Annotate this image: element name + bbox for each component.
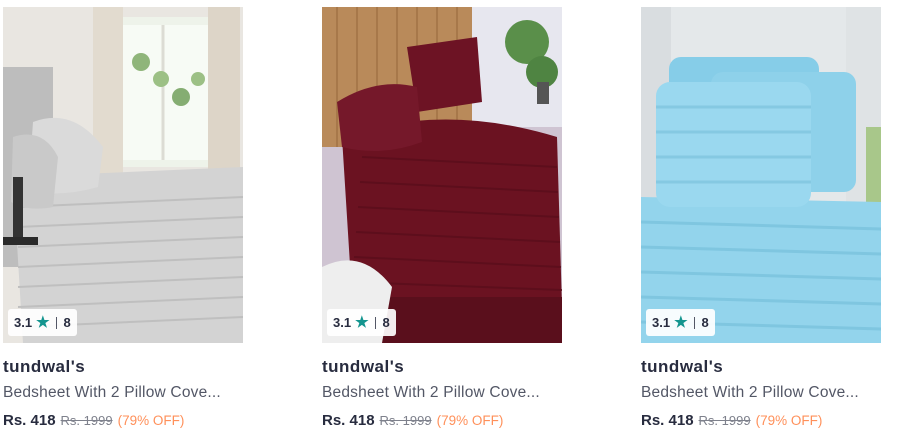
star-icon: ★ bbox=[36, 314, 50, 331]
rating-badge: 3.1 ★ 8 bbox=[327, 309, 396, 336]
rating-value: 3.1 bbox=[652, 315, 671, 330]
rating-count: 8 bbox=[382, 315, 390, 330]
star-icon: ★ bbox=[355, 314, 369, 331]
rating-divider bbox=[374, 316, 376, 329]
product-brand[interactable]: tundwal's bbox=[3, 357, 243, 377]
product-card[interactable]: 3.1 ★ 8 tundwal's Bedsheet With 2 Pillow… bbox=[322, 7, 562, 431]
product-title[interactable]: Bedsheet With 2 Pillow Cove... bbox=[641, 383, 877, 403]
rating-count: 8 bbox=[701, 315, 709, 330]
product-discount: (79% OFF) bbox=[436, 413, 504, 428]
price-row: Rs. 418 Rs. 1999 (79% OFF) bbox=[641, 411, 881, 431]
rating-value: 3.1 bbox=[333, 315, 352, 330]
product-mrp: Rs. 1999 bbox=[60, 413, 113, 428]
product-brand[interactable]: tundwal's bbox=[641, 357, 881, 377]
rating-badge: 3.1 ★ 8 bbox=[646, 309, 715, 336]
product-price: Rs. 418 bbox=[3, 412, 56, 429]
rating-divider bbox=[55, 316, 57, 329]
product-card[interactable]: 3.1 ★ 8 tundwal's Bedsheet With 2 Pillow… bbox=[641, 7, 881, 431]
star-icon: ★ bbox=[674, 314, 688, 331]
price-row: Rs. 418 Rs. 1999 (79% OFF) bbox=[3, 411, 243, 431]
price-row: Rs. 418 Rs. 1999 (79% OFF) bbox=[322, 411, 562, 431]
rating-divider bbox=[693, 316, 695, 329]
product-discount: (79% OFF) bbox=[117, 413, 185, 428]
product-price: Rs. 418 bbox=[641, 412, 694, 429]
product-title[interactable]: Bedsheet With 2 Pillow Cove... bbox=[3, 383, 239, 403]
product-mrp: Rs. 1999 bbox=[698, 413, 751, 428]
product-image[interactable]: 3.1 ★ 8 bbox=[3, 7, 243, 343]
product-mrp: Rs. 1999 bbox=[379, 413, 432, 428]
rating-count: 8 bbox=[63, 315, 71, 330]
product-card[interactable]: 3.1 ★ 8 tundwal's Bedsheet With 2 Pillow… bbox=[3, 7, 243, 431]
product-image[interactable]: 3.1 ★ 8 bbox=[322, 7, 562, 343]
rating-value: 3.1 bbox=[14, 315, 33, 330]
product-title[interactable]: Bedsheet With 2 Pillow Cove... bbox=[322, 383, 558, 403]
rating-badge: 3.1 ★ 8 bbox=[8, 309, 77, 336]
product-image[interactable]: 3.1 ★ 8 bbox=[641, 7, 881, 343]
product-brand[interactable]: tundwal's bbox=[322, 357, 562, 377]
product-price: Rs. 418 bbox=[322, 412, 375, 429]
product-discount: (79% OFF) bbox=[755, 413, 823, 428]
